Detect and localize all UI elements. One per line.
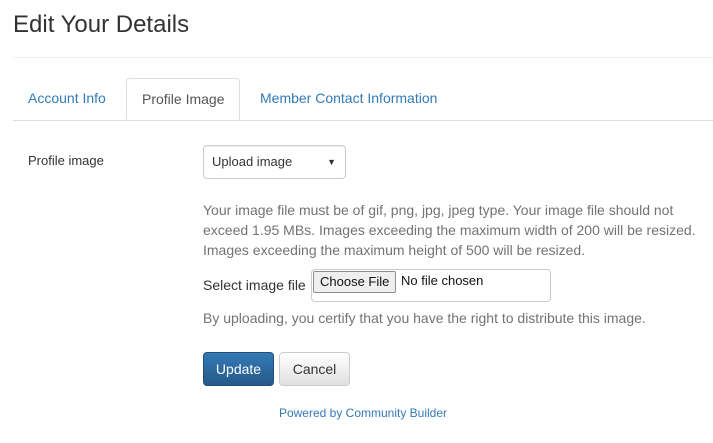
profile-image-label: Profile image bbox=[28, 153, 104, 168]
cancel-button[interactable]: Cancel bbox=[279, 352, 350, 386]
caret-down-icon: ▼ bbox=[327, 157, 336, 167]
profile-image-select[interactable]: Upload image ▼ bbox=[203, 145, 346, 179]
powered-by-link[interactable]: Powered by Community Builder bbox=[0, 406, 713, 420]
page-title: Edit Your Details bbox=[13, 11, 190, 38]
tab-account-info[interactable]: Account Info bbox=[13, 78, 121, 119]
tab-profile-image[interactable]: Profile Image bbox=[126, 78, 241, 120]
choose-file-button[interactable]: Choose File bbox=[313, 271, 397, 293]
tab-member-contact-information[interactable]: Member Contact Information bbox=[245, 78, 452, 119]
file-input[interactable]: Choose File No file chosen bbox=[311, 269, 551, 302]
certify-notice: By uploading, you certify that you have … bbox=[203, 310, 646, 326]
title-divider bbox=[13, 57, 713, 58]
update-button[interactable]: Update bbox=[203, 352, 274, 386]
image-requirements-help: Your image file must be of gif, png, jpg… bbox=[203, 202, 696, 258]
select-image-file-label: Select image file bbox=[203, 277, 306, 293]
file-status: No file chosen bbox=[401, 273, 484, 288]
tab-bar: Account Info Profile Image Member Contac… bbox=[13, 78, 713, 121]
select-value: Upload image bbox=[212, 154, 293, 169]
